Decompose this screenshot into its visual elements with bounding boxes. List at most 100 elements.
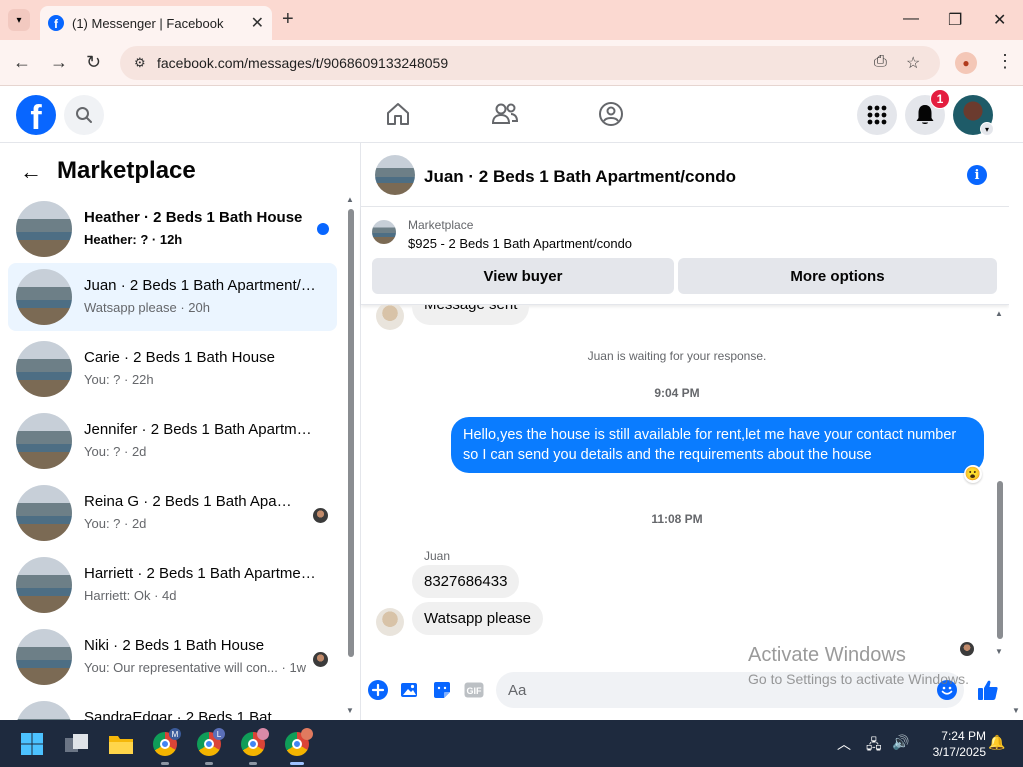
back-arrow-icon[interactable]: ← bbox=[20, 159, 42, 185]
close-tab-icon[interactable]: ✕ bbox=[251, 13, 264, 33]
conversation-item-sandraedgar[interactable]: SandraEdgar · 2 Beds 1 Bath Apartment/co… bbox=[8, 695, 337, 720]
profile-avatar-badge bbox=[257, 728, 269, 740]
chrome-profile-l-icon[interactable]: L bbox=[193, 728, 225, 765]
chrome-profile-m-icon[interactable]: M bbox=[149, 728, 181, 765]
facebook-top-bar: f 1 ▾ bbox=[0, 86, 1023, 143]
marketplace-listing-card: Marketplace $925 - 2 Beds 1 Bath Apartme… bbox=[361, 207, 1009, 305]
running-indicator bbox=[205, 762, 213, 765]
conversation-preview: You: ? · 2d bbox=[84, 516, 147, 531]
running-indicator bbox=[161, 762, 169, 765]
conversation-list-scrollbar[interactable]: ▲ ▼ bbox=[346, 195, 356, 715]
chrome-profile-3-icon[interactable] bbox=[237, 728, 269, 765]
watermark-line-2: Go to Settings to activate Windows. bbox=[748, 671, 969, 687]
conversation-name: SandraEdgar · 2 Beds 1 Bath Apartment/co… bbox=[84, 709, 294, 720]
scrollbar-thumb[interactable] bbox=[348, 209, 354, 657]
conversation-item-heather[interactable]: Heather · 2 Beds 1 Bath House Heather: ?… bbox=[8, 195, 337, 263]
more-options-button[interactable]: More options bbox=[678, 258, 997, 294]
windows-start-icon[interactable] bbox=[16, 728, 48, 760]
scroll-down-icon[interactable]: ▼ bbox=[995, 647, 1003, 656]
url-text[interactable]: facebook.com/messages/t/9068609133248059 bbox=[157, 55, 448, 71]
minimize-icon[interactable]: — bbox=[903, 10, 919, 28]
running-indicator-active bbox=[290, 762, 304, 765]
conversation-item-niki[interactable]: Niki · 2 Beds 1 Bath House You: Our repr… bbox=[8, 623, 337, 691]
volume-icon[interactable]: 🔊 bbox=[892, 734, 909, 751]
scrollbar-thumb[interactable] bbox=[997, 481, 1003, 639]
profile-avatar-badge bbox=[301, 728, 313, 740]
notification-badge: 1 bbox=[930, 89, 950, 109]
conversation-name: Jennifer · 2 Beds 1 Bath Apartment/condo bbox=[84, 421, 319, 438]
bookmark-star-icon[interactable]: ☆ bbox=[906, 53, 920, 73]
taskbar-clock[interactable]: 7:24 PM 3/17/2025 bbox=[922, 728, 986, 760]
scroll-down-icon[interactable]: ▼ bbox=[1012, 706, 1020, 715]
browser-profile-icon[interactable]: ● bbox=[955, 52, 977, 74]
listing-thumbnail bbox=[16, 701, 72, 720]
tab-search-chevron-icon[interactable]: ▾ bbox=[8, 9, 30, 31]
conversation-item-juan[interactable]: Juan · 2 Beds 1 Bath Apartment/condo Wat… bbox=[8, 263, 337, 331]
browser-menu-icon[interactable]: ⋮ bbox=[996, 51, 1014, 72]
scroll-up-icon[interactable]: ▲ bbox=[995, 309, 1003, 318]
conversation-pane: Juan · 2 Beds 1 Bath Apartment/condo i M… bbox=[361, 143, 1009, 720]
search-icon[interactable] bbox=[64, 95, 104, 135]
scroll-down-icon[interactable]: ▼ bbox=[346, 706, 354, 715]
wow-reaction-icon[interactable]: 😮 bbox=[964, 465, 982, 483]
task-view-icon[interactable] bbox=[61, 728, 93, 760]
listing-price-title[interactable]: $925 - 2 Beds 1 Bath Apartment/condo bbox=[408, 236, 632, 251]
network-icon[interactable]: 🖧 bbox=[866, 734, 882, 758]
sticker-icon[interactable] bbox=[432, 680, 452, 700]
page-scrollbar[interactable]: ▼ bbox=[1009, 143, 1023, 720]
svg-text:GIF: GIF bbox=[467, 686, 483, 696]
info-icon[interactable]: i bbox=[967, 165, 987, 185]
conversation-name: Reina G · 2 Beds 1 Bath Apartment/condo bbox=[84, 493, 294, 510]
seen-avatar bbox=[313, 508, 328, 523]
install-app-icon[interactable]: ⎙ bbox=[874, 53, 887, 71]
groups-icon[interactable] bbox=[597, 100, 625, 128]
facebook-logo-icon[interactable]: f bbox=[16, 95, 56, 135]
listing-thumbnail bbox=[16, 269, 72, 325]
view-buyer-button[interactable]: View buyer bbox=[372, 258, 674, 294]
notification-center-bell-icon[interactable]: 🔔 bbox=[988, 734, 1005, 751]
restore-icon[interactable]: ❐ bbox=[948, 10, 962, 30]
browser-tab[interactable]: f (1) Messenger | Facebook ✕ bbox=[40, 6, 272, 40]
windows-taskbar: M L ︿ 🖧 🔊 7:24 PM 3/17/2025 🔔 bbox=[0, 720, 1023, 767]
address-bar-row: ← → ↻ ⚙ facebook.com/messages/t/90686091… bbox=[0, 40, 1023, 86]
account-chevron-down-icon[interactable]: ▾ bbox=[980, 122, 994, 136]
like-thumb-icon[interactable] bbox=[976, 678, 1000, 702]
listing-thumbnail[interactable] bbox=[372, 220, 396, 244]
window-close-icon[interactable]: ✕ bbox=[993, 10, 1006, 30]
friends-icon[interactable] bbox=[491, 100, 519, 128]
conversation-header: Juan · 2 Beds 1 Bath Apartment/condo i bbox=[361, 143, 1009, 207]
new-tab-icon[interactable]: + bbox=[282, 8, 294, 31]
file-explorer-icon[interactable] bbox=[105, 728, 137, 760]
facebook-favicon-icon: f bbox=[48, 15, 64, 31]
unread-dot-icon bbox=[317, 223, 329, 235]
reload-icon[interactable]: ↻ bbox=[86, 52, 101, 73]
gif-icon[interactable]: GIF bbox=[464, 680, 484, 700]
conversation-name: Niki · 2 Beds 1 Bath House bbox=[84, 637, 265, 654]
listing-thumbnail[interactable] bbox=[375, 155, 415, 195]
conversation-item-jennifer[interactable]: Jennifer · 2 Beds 1 Bath Apartment/condo… bbox=[8, 407, 337, 475]
conversation-item-carie[interactable]: Carie · 2 Beds 1 Bath House You: ? · 22h bbox=[8, 335, 337, 403]
clock-date: 3/17/2025 bbox=[932, 745, 986, 759]
conversation-title[interactable]: Juan · 2 Beds 1 Bath Apartment/condo bbox=[424, 167, 736, 187]
conversation-name: Harriett · 2 Beds 1 Bath Apartment/condo bbox=[84, 565, 319, 582]
menu-grid-icon[interactable] bbox=[857, 95, 897, 135]
back-icon[interactable]: ← bbox=[13, 52, 31, 73]
show-hidden-icons-chevron-icon[interactable]: ︿ bbox=[837, 734, 851, 754]
conversation-item-reina[interactable]: Reina G · 2 Beds 1 Bath Apartment/condo … bbox=[8, 479, 337, 547]
conversation-preview: Heather: ? · 12h bbox=[84, 232, 183, 247]
listing-thumbnail bbox=[16, 341, 72, 397]
activate-windows-watermark: Activate Windows Go to Settings to activ… bbox=[748, 644, 969, 687]
outgoing-message: Hello,yes the house is still available f… bbox=[451, 417, 984, 473]
site-info-icon[interactable]: ⚙ bbox=[134, 55, 146, 71]
conversation-item-harriett[interactable]: Harriett · 2 Beds 1 Bath Apartment/condo… bbox=[8, 551, 337, 619]
home-icon[interactable] bbox=[384, 100, 412, 128]
plus-actions-icon[interactable] bbox=[368, 680, 388, 700]
profile-badge: M bbox=[169, 728, 181, 740]
omnibox[interactable]: ⚙ facebook.com/messages/t/90686091332480… bbox=[120, 46, 940, 80]
message-thread-scrollbar[interactable]: ▲ ▼ bbox=[995, 309, 1005, 659]
forward-icon[interactable]: → bbox=[50, 52, 68, 73]
attach-photo-icon[interactable] bbox=[400, 680, 420, 700]
chrome-profile-4-icon[interactable] bbox=[281, 728, 313, 765]
juan-avatar bbox=[376, 305, 404, 330]
scroll-up-icon[interactable]: ▲ bbox=[346, 195, 354, 204]
